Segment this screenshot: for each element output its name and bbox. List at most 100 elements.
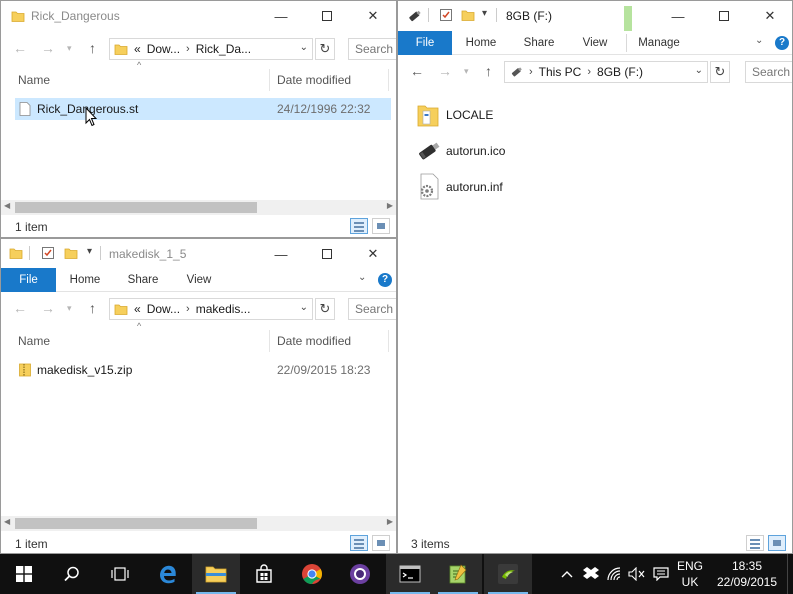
address-segment[interactable]: makedis... (196, 302, 251, 316)
forward-arrow-icon[interactable]: → (41, 40, 55, 56)
search-input[interactable]: Search 8 (745, 61, 792, 83)
nvidia-app-button[interactable] (484, 554, 532, 594)
details-view-button[interactable] (746, 535, 764, 551)
search-input[interactable]: Search m (348, 298, 396, 320)
column-divider[interactable] (388, 69, 389, 91)
column-name-header[interactable]: Name (18, 330, 50, 352)
scroll-left-icon[interactable]: ◀ (4, 517, 10, 526)
details-view-button[interactable] (350, 535, 368, 551)
refresh-button[interactable]: ↻ (315, 298, 335, 320)
minimize-button[interactable]: — (259, 1, 303, 31)
command-prompt-button[interactable] (386, 554, 434, 594)
horizontal-scrollbar[interactable]: ◀ ▶ (1, 516, 396, 531)
scrollbar-thumb[interactable] (15, 518, 257, 529)
title-bar[interactable]: Rick_Dangerous — ✕ (1, 1, 396, 32)
minimize-button[interactable]: — (656, 1, 700, 31)
search-input[interactable]: Search R (348, 38, 396, 60)
customize-toolbar-icon[interactable]: ▾ (482, 8, 487, 19)
start-button[interactable] (0, 554, 48, 594)
tab-home[interactable]: Home (61, 268, 109, 292)
back-arrow-icon[interactable]: ← (13, 40, 27, 56)
tab-file[interactable]: File (398, 31, 452, 55)
new-folder-icon[interactable] (461, 8, 475, 22)
new-folder-icon[interactable] (64, 246, 78, 260)
forward-arrow-icon[interactable]: → (41, 300, 55, 316)
recent-locations-chevron-icon[interactable]: ▾ (67, 43, 72, 54)
maximize-button[interactable] (305, 239, 349, 269)
chevron-right-icon[interactable]: › (529, 66, 533, 78)
details-view-button[interactable] (350, 218, 368, 234)
scroll-right-icon[interactable]: ▶ (387, 517, 393, 526)
scroll-right-icon[interactable]: ▶ (387, 201, 393, 210)
up-arrow-icon[interactable]: ↑ (89, 300, 96, 316)
volume-tray-button[interactable] (626, 554, 648, 594)
tab-view[interactable]: View (571, 31, 619, 55)
address-segment[interactable]: Dow... (147, 302, 180, 316)
close-button[interactable]: ✕ (351, 1, 395, 31)
chevron-down-icon[interactable]: ⌄ (300, 42, 308, 53)
back-arrow-icon[interactable]: ← (13, 300, 27, 316)
tab-manage[interactable]: Manage (632, 31, 686, 55)
up-arrow-icon[interactable]: ↑ (89, 40, 96, 56)
chevron-right-icon[interactable]: › (186, 303, 190, 315)
chevron-down-icon[interactable]: ⌄ (695, 65, 703, 76)
store-button[interactable] (240, 554, 288, 594)
scrollbar-thumb[interactable] (15, 202, 257, 213)
column-date-header[interactable]: Date modified (277, 69, 351, 91)
address-segment[interactable]: This PC (539, 65, 582, 79)
recent-locations-chevron-icon[interactable]: ▾ (464, 66, 469, 77)
file-row[interactable]: makedisk_v15.zip 22/09/2015 18:23 (15, 359, 391, 381)
chevron-right-icon[interactable]: › (186, 43, 190, 55)
column-divider[interactable] (388, 330, 389, 352)
expand-ribbon-chevron-icon[interactable]: ⌄ (755, 35, 763, 46)
tab-home[interactable]: Home (457, 31, 505, 55)
back-arrow-icon[interactable]: ← (410, 63, 424, 79)
address-segment[interactable]: Rick_Da... (196, 42, 251, 56)
title-bar[interactable]: ▾ 8GB (F:) — ✕ (398, 1, 792, 32)
title-bar[interactable]: ▾ makedisk_1_5 — ✕ (1, 239, 396, 270)
chevron-right-icon[interactable]: › (587, 66, 591, 78)
address-overflow[interactable]: « (134, 42, 141, 56)
column-date-header[interactable]: Date modified (277, 330, 351, 352)
edge-browser-button[interactable] (144, 554, 192, 594)
scroll-left-icon[interactable]: ◀ (4, 201, 10, 210)
large-icons-view-button[interactable] (372, 535, 390, 551)
up-arrow-icon[interactable]: ↑ (485, 63, 492, 79)
tab-share[interactable]: Share (515, 31, 563, 55)
app-button[interactable] (336, 554, 384, 594)
forward-arrow-icon[interactable]: → (438, 63, 452, 79)
close-button[interactable]: ✕ (748, 1, 792, 31)
address-segment[interactable]: Dow... (147, 42, 180, 56)
refresh-button[interactable]: ↻ (315, 38, 335, 60)
clock[interactable]: 18:35 22/09/2015 (712, 558, 782, 590)
properties-icon[interactable] (439, 8, 453, 22)
refresh-button[interactable]: ↻ (710, 61, 730, 83)
horizontal-scrollbar[interactable]: ◀ ▶ (1, 200, 396, 215)
dropbox-tray-button[interactable] (580, 554, 602, 594)
large-icons-view-button[interactable] (372, 218, 390, 234)
customize-toolbar-icon[interactable]: ▾ (87, 246, 92, 257)
file-row[interactable]: Rick_Dangerous.st 24/12/1996 22:32 (15, 98, 391, 120)
wifi-tray-button[interactable] (604, 554, 626, 594)
list-item[interactable]: autorun.inf (416, 171, 616, 203)
chevron-down-icon[interactable]: ⌄ (300, 302, 308, 313)
recent-locations-chevron-icon[interactable]: ▾ (67, 303, 72, 314)
minimize-button[interactable]: — (259, 239, 303, 269)
show-hidden-icons-button[interactable] (557, 554, 577, 594)
input-language-indicator[interactable]: ENG UK (672, 558, 708, 590)
expand-ribbon-chevron-icon[interactable]: ⌄ (358, 272, 366, 283)
address-segment[interactable]: 8GB (F:) (597, 65, 643, 79)
close-button[interactable]: ✕ (351, 239, 395, 269)
column-name-header[interactable]: Name (18, 69, 50, 91)
address-bar[interactable]: « Dow... › Rick_Da... ⌄ (109, 38, 313, 60)
show-desktop-button[interactable] (787, 554, 793, 594)
properties-icon[interactable] (41, 246, 55, 260)
maximize-button[interactable] (702, 1, 746, 31)
notepad-app-button[interactable] (434, 554, 482, 594)
list-item[interactable]: LOCALE (416, 99, 616, 131)
help-icon[interactable]: ? (775, 36, 789, 50)
tab-view[interactable]: View (175, 268, 223, 292)
help-icon[interactable]: ? (378, 273, 392, 287)
address-bar[interactable]: › This PC › 8GB (F:) ⌄ (504, 61, 708, 83)
column-divider[interactable] (269, 69, 270, 91)
